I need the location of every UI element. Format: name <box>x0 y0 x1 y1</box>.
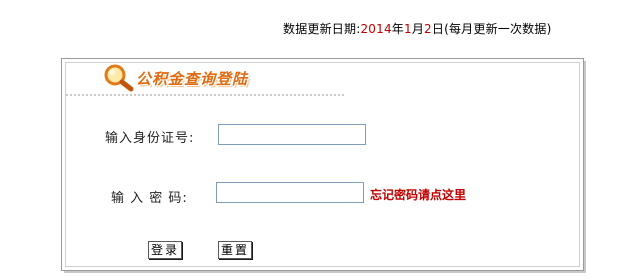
password-input[interactable] <box>216 182 364 203</box>
update-day-unit: 日 <box>431 22 445 36</box>
login-button[interactable]: 登录 <box>148 241 183 259</box>
update-month-unit: 月 <box>411 22 425 36</box>
update-year-unit: 年 <box>391 22 404 36</box>
panel-shadow-bottom <box>64 271 586 273</box>
update-prefix: 数据更新日期: <box>283 22 361 36</box>
password-label: 输 入 密 码: <box>111 191 188 206</box>
update-day: 2 <box>424 22 432 36</box>
update-month: 1 <box>404 22 412 36</box>
reset-button[interactable]: 重置 <box>218 241 253 259</box>
panel-title: 公积金查询登陆 <box>136 70 249 88</box>
id-number-label: 输入身份证号: <box>105 131 195 146</box>
forgot-password-link[interactable]: 忘记密码请点这里 <box>370 186 466 203</box>
title-divider <box>66 94 344 96</box>
update-year: 2014 <box>360 22 392 36</box>
update-date-notice: 数据更新日期:2014年1月2日(每月更新一次数据) <box>283 20 551 37</box>
id-number-input[interactable] <box>218 124 366 145</box>
magnifier-icon <box>104 64 134 92</box>
panel-shadow-right <box>584 61 586 272</box>
login-panel <box>61 58 584 271</box>
update-note: (每月更新一次数据) <box>444 22 552 36</box>
